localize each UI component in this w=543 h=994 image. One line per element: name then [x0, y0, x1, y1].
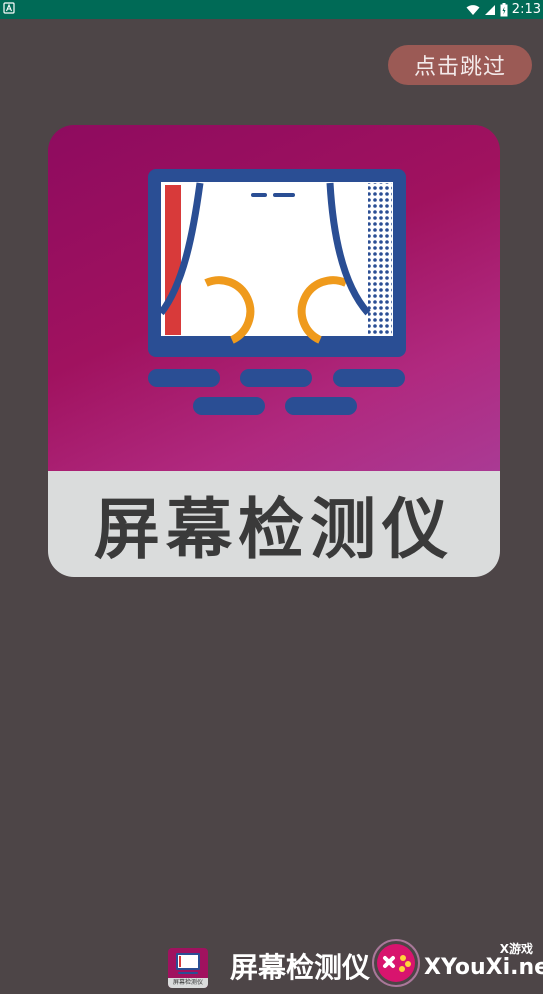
watermark-main-text: XYouXi.net — [424, 955, 543, 980]
signal-icon — [484, 4, 495, 15]
logo-title-panel: 屏幕检测仪 — [48, 471, 500, 577]
skip-button[interactable]: 点击跳过 — [388, 45, 532, 85]
notification-a-icon — [3, 2, 15, 14]
status-right-group: 2:13 — [466, 0, 543, 19]
logo-title: 屏幕检测仪 — [94, 491, 454, 568]
gamepad-logo-icon — [372, 939, 420, 987]
status-time: 2:13 — [511, 2, 541, 17]
site-watermark: X游戏 XYouXi.net — [372, 935, 543, 994]
status-bar: 2:13 — [0, 0, 543, 19]
wifi-icon — [466, 4, 480, 15]
small-curtain-icon — [176, 953, 200, 974]
app-logo: 屏幕检测仪 — [48, 125, 500, 577]
app-name: 屏幕检测仪 — [230, 951, 371, 984]
small-icon-label: 屏幕检测仪 — [168, 978, 208, 988]
curtain-screen-icon — [148, 169, 406, 415]
battery-icon — [500, 2, 508, 16]
small-app-icon: 屏幕检测仪 — [168, 948, 208, 988]
